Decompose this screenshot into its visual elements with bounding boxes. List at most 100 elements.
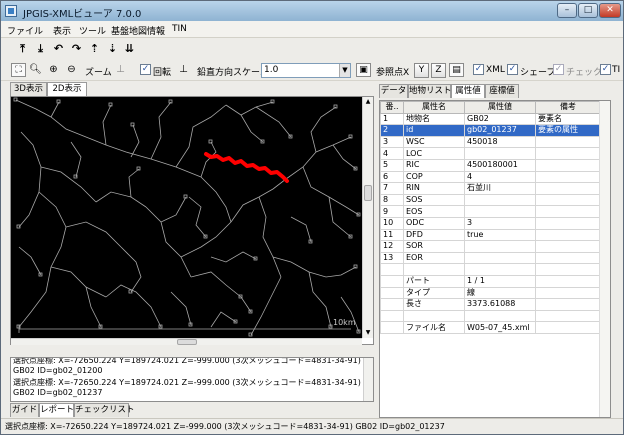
- check-label: チェック: [566, 68, 603, 78]
- tab-attributes[interactable]: 属性値: [451, 84, 485, 98]
- xml-checkbox[interactable]: ✓: [473, 64, 484, 75]
- menu-tin[interactable]: TIN: [172, 24, 187, 34]
- zoom-out-icon[interactable]: 🔍︎: [28, 63, 43, 77]
- menu-base-map[interactable]: 基盤地図情報: [111, 24, 165, 37]
- table-row[interactable]: 7 RIN 石並川: [380, 182, 601, 195]
- table-row[interactable]: [380, 263, 601, 276]
- table-row[interactable]: 13 EOR: [380, 251, 601, 265]
- save-view-icon[interactable]: ▣: [356, 63, 371, 77]
- column-header-name[interactable]: 属性名: [403, 101, 465, 114]
- attribute-scrollbar[interactable]: [599, 101, 610, 417]
- table-cell: [464, 193, 536, 207]
- y-axis-toggle[interactable]: Y: [414, 63, 429, 78]
- app-icon: [5, 5, 17, 17]
- log-scrollbar[interactable]: [363, 358, 373, 401]
- menu-file[interactable]: ファイル: [7, 24, 43, 37]
- table-row[interactable]: 6 COP 4: [380, 170, 601, 184]
- table-cell: 4: [380, 147, 404, 160]
- menu-view[interactable]: 表示: [53, 24, 71, 37]
- table-cell: [535, 251, 601, 265]
- table-row[interactable]: 11 DFD true: [380, 228, 601, 242]
- table-row[interactable]: 3 WSC 450018: [380, 135, 601, 149]
- scroll-thumb[interactable]: [177, 339, 197, 345]
- minimize-button[interactable]: –: [557, 3, 577, 18]
- river-network-map[interactable]: 10km: [11, 97, 362, 338]
- table-cell: 11: [380, 228, 404, 242]
- tab-guide[interactable]: ガイド: [10, 403, 39, 417]
- scroll-down-icon[interactable]: ▼: [363, 328, 373, 338]
- go-bottom-icon[interactable]: ⇣: [105, 42, 120, 56]
- table-cell: 2: [380, 124, 404, 137]
- table-row[interactable]: 4 LOC: [380, 147, 601, 160]
- tab-feature-list[interactable]: 地物リスト: [408, 84, 452, 98]
- column-header-value[interactable]: 属性値: [464, 101, 536, 114]
- z-axis-toggle[interactable]: Z: [431, 63, 446, 78]
- attribute-panel: 番.. 属性名 属性値 備考 1 地物名 GB02 要素名 2 id gb02_01237 要…: [379, 100, 611, 418]
- move-up-icon[interactable]: ⤒: [15, 42, 30, 56]
- rotate-right-icon[interactable]: ↷: [69, 42, 84, 56]
- move-down-icon[interactable]: ⤓: [33, 42, 48, 56]
- table-row[interactable]: 9 EOS: [380, 205, 601, 218]
- title-bar[interactable]: JPGIS-XMLビューア 7.0.0 – □ ✕: [1, 1, 623, 21]
- zoom-label: ズーム: [85, 68, 112, 78]
- table-cell: RIN: [403, 182, 465, 195]
- column-header-number[interactable]: 番..: [380, 101, 404, 114]
- rotate-label: 回転: [153, 68, 172, 78]
- toolbar-view: ⛶ 🔍︎ ⊕ ⊖ ズーム ⊥ ✓ 回転 ⊥ 鉛直方向スケール 1.0 ▼ ▣ 参…: [1, 60, 623, 81]
- table-row[interactable]: [380, 309, 601, 323]
- check-checkbox[interactable]: ✓: [553, 64, 564, 75]
- rotate-left-icon[interactable]: ↶: [51, 42, 66, 56]
- tab-3d-view[interactable]: 3D表示: [10, 82, 47, 96]
- table-row[interactable]: 12 SOR: [380, 240, 601, 253]
- rotate-checkbox[interactable]: ✓: [140, 64, 151, 75]
- attribute-rows: 1 地物名 GB02 要素名 2 id gb02_01237 要素の属性 3 WSC 450018 4…: [380, 112, 601, 334]
- image-export-icon[interactable]: ▤: [449, 63, 464, 77]
- table-row[interactable]: 10 ODC 3: [380, 216, 601, 230]
- zoom-slider-icon[interactable]: ⊥: [113, 63, 128, 77]
- table-row[interactable]: 1 地物名 GB02 要素名: [380, 112, 601, 126]
- table-cell: 3373.61088: [464, 298, 536, 311]
- close-button[interactable]: ✕: [599, 3, 621, 18]
- scroll-up-icon[interactable]: ▲: [363, 97, 373, 107]
- table-cell: [464, 205, 536, 218]
- map-canvas[interactable]: 10km: [11, 97, 362, 338]
- tin-checkbox[interactable]: ✓: [600, 64, 611, 75]
- table-cell: [380, 321, 404, 334]
- table-cell: COP: [403, 170, 465, 184]
- zoom-in-icon[interactable]: ⊕: [46, 63, 61, 77]
- table-cell: 石並川: [464, 182, 536, 195]
- table-row[interactable]: 8 SOS: [380, 193, 601, 207]
- table-row[interactable]: 5 RIC 4500180001: [380, 158, 601, 172]
- table-row[interactable]: ファイル名 W05-07_45.xml: [380, 321, 601, 334]
- map-horizontal-scrollbar[interactable]: [11, 338, 362, 345]
- tab-checklist[interactable]: チェックリスト: [74, 403, 135, 417]
- table-row[interactable]: パート 1 / 1: [380, 274, 601, 288]
- map-vertical-scrollbar[interactable]: ▲ ▼: [362, 97, 373, 338]
- scroll-thumb[interactable]: [364, 185, 372, 201]
- fit-all-icon[interactable]: ⇊: [122, 42, 137, 56]
- table-cell: SOR: [403, 240, 465, 253]
- table-cell: WSC: [403, 135, 465, 149]
- vertical-scale-select[interactable]: 1.0 ▼: [261, 63, 351, 78]
- fit-view-icon[interactable]: ⛶: [11, 63, 26, 77]
- maximize-button[interactable]: □: [578, 3, 598, 18]
- xml-label: XML: [486, 65, 505, 75]
- chevron-down-icon[interactable]: ▼: [339, 64, 350, 77]
- tab-2d-view[interactable]: 2D表示: [47, 82, 87, 96]
- table-row[interactable]: 長さ 3373.61088: [380, 298, 601, 311]
- zoom-reset-icon[interactable]: ⊖: [64, 63, 79, 77]
- table-row[interactable]: タイプ線: [380, 286, 601, 300]
- table-cell: EOR: [403, 251, 465, 265]
- tab-report[interactable]: レポート: [39, 403, 74, 417]
- table-cell: [535, 321, 601, 334]
- selected-river-highlight[interactable]: [204, 152, 289, 183]
- shape-checkbox[interactable]: ✓: [507, 64, 518, 75]
- tab-coordinates[interactable]: 座標値: [485, 84, 519, 98]
- table-cell: 1: [380, 112, 404, 126]
- column-header-note[interactable]: 備考: [535, 101, 601, 114]
- table-row[interactable]: 2 id gb02_01237 要素の属性: [380, 124, 601, 137]
- tab-data[interactable]: データ: [379, 84, 408, 98]
- menu-tools[interactable]: ツール: [79, 24, 106, 37]
- go-top-icon[interactable]: ⇡: [87, 42, 102, 56]
- table-cell: true: [464, 228, 536, 242]
